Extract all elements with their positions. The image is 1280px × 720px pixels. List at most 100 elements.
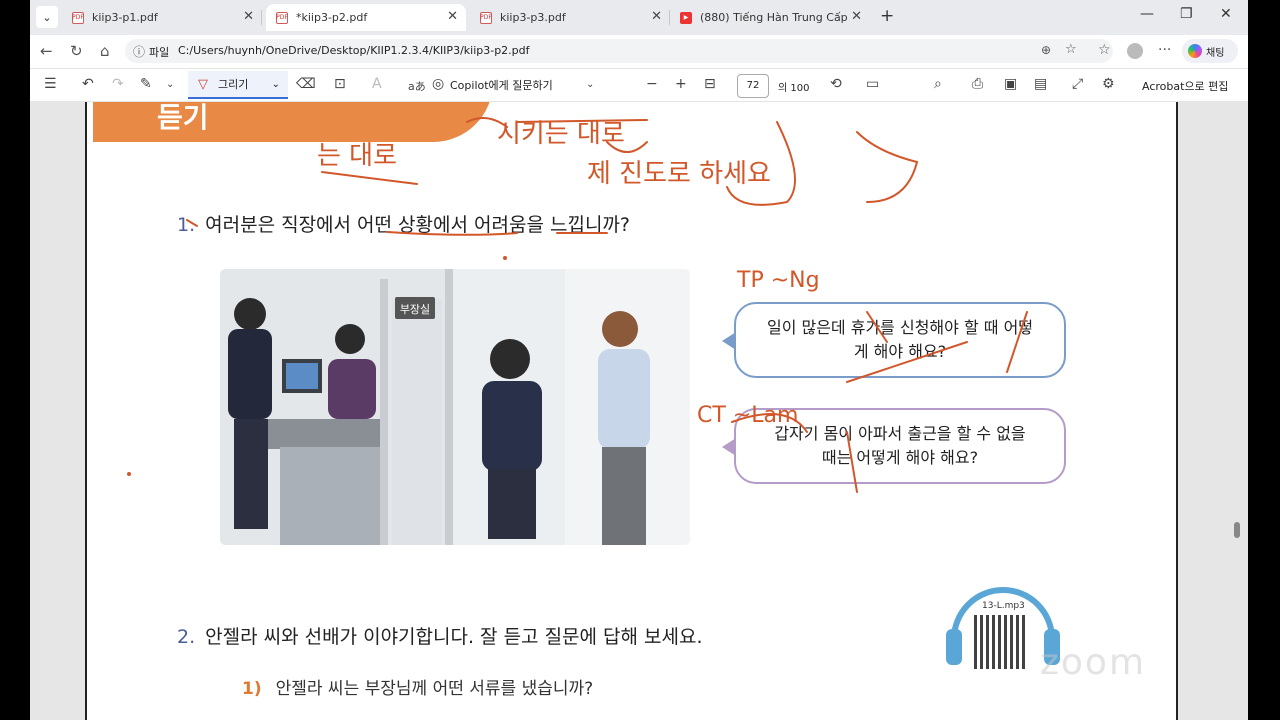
office-scene-image: 부장실 xyxy=(220,269,690,545)
vertical-scrollbar[interactable] xyxy=(1232,102,1242,720)
speech-bubble-1: 일이 많은데 휴가를 신청해야 할 때 어떻게 해야 해요? xyxy=(722,302,1066,378)
url-field[interactable]: ⓘ 파일 C:/Users/huynh/OneDrive/Desktop/KII… xyxy=(125,39,1113,63)
close-window-button[interactable]: ✕ xyxy=(1220,6,1232,22)
page-number-input[interactable]: 72 xyxy=(737,74,769,98)
sub-question-text: 안젤라 씨는 부장님께 어떤 서류를 냈습니까? xyxy=(275,679,594,699)
question-1: 1. 여러분은 직장에서 어떤 상황에서 어려움을 느낍니까? xyxy=(177,210,630,237)
document-viewport[interactable]: 듣기 1. 여러분은 직장에서 어떤 상황에서 어려움을 느낍니까? 부장실 일… xyxy=(30,102,1248,720)
close-icon[interactable]: ✕ xyxy=(851,9,862,24)
handwritten-note: 시키는 대로 xyxy=(497,119,625,149)
page-total: 의 100 xyxy=(778,83,810,94)
question-number: 2. xyxy=(177,626,196,648)
back-icon[interactable]: ← xyxy=(40,42,53,60)
draw-button[interactable]: ▽ 그리기 ⌄ xyxy=(188,71,288,99)
tab-kiip3-p1[interactable]: PDF kiip3-p1.pdf ✕ xyxy=(62,4,262,31)
fullscreen-icon[interactable]: ⤢ xyxy=(1072,76,1083,92)
favorite-star-icon[interactable]: ☆ xyxy=(1065,42,1077,57)
close-icon[interactable]: ✕ xyxy=(651,9,662,24)
favorites-icon[interactable]: ☆ xyxy=(1098,42,1111,58)
tab-youtube[interactable]: ▶ (880) Tiếng Hàn Trung Cấp 1 tối 2/ ✕ xyxy=(670,4,870,31)
read-aloud-icon[interactable]: A xyxy=(372,76,382,92)
copilot-ask-icon: ◎ xyxy=(432,76,445,92)
draw-label: 그리기 xyxy=(218,78,249,91)
copilot-icon xyxy=(1188,44,1202,58)
zoom-out-icon[interactable]: − xyxy=(646,76,658,92)
youtube-icon: ▶ xyxy=(680,11,692,24)
handwritten-note: 제 진도로 하세요 xyxy=(587,159,771,189)
handwritten-note: 는 대로 xyxy=(317,141,397,171)
minimize-button[interactable]: — xyxy=(1140,6,1154,22)
bubble-text: 일이 많은데 휴가를 신청해야 할 때 어떻게 해야 해요? xyxy=(766,318,1034,361)
question-text: 여러분은 직장에서 어떤 상황에서 어려움을 느낍니까? xyxy=(205,214,630,236)
office-illustration: 부장실 xyxy=(220,269,690,545)
audio-file-label: 13-L.mp3 xyxy=(982,601,1025,611)
question-text: 안젤라 씨와 선배가 이야기합니다. 잘 듣고 질문에 답해 보세요. xyxy=(205,626,703,648)
tab-actions-menu[interactable]: ⌄ xyxy=(36,6,58,28)
url-text[interactable]: C:/Users/huynh/OneDrive/Desktop/KIIP1.2.… xyxy=(178,44,530,57)
translate-icon[interactable]: aあ xyxy=(408,78,426,94)
draw-icon: ▽ xyxy=(198,76,208,92)
handwritten-note: TP ~Ng xyxy=(736,268,820,293)
restore-button[interactable]: ❐ xyxy=(1180,6,1193,22)
pdf-icon: PDF xyxy=(276,11,288,24)
rotate-icon[interactable]: ⟲ xyxy=(830,76,842,92)
acrobat-edit-button[interactable]: Acrobat으로 편집 xyxy=(1142,78,1228,94)
sub-question-number: 1) xyxy=(242,679,262,699)
sub-question-1: 1) 안젤라 씨는 부장님께 어떤 서류를 냈습니까? xyxy=(242,674,593,699)
bubble-text: 갑자기 몸이 아파서 출근을 할 수 없을 때는 어떻게 해야 해요? xyxy=(774,424,1026,467)
tab-title: (880) Tiếng Hàn Trung Cấp 1 tối 2/ xyxy=(700,11,860,24)
home-icon[interactable]: ⌂ xyxy=(100,42,110,60)
eraser-icon[interactable]: ⌫ xyxy=(296,76,316,92)
tab-title: kiip3-p3.pdf xyxy=(500,11,566,24)
chevron-down-icon: ⌄ xyxy=(42,10,52,24)
section-header-banner xyxy=(93,102,493,142)
more-icon[interactable]: ··· xyxy=(1158,42,1171,58)
office-sign: 부장실 xyxy=(400,303,430,316)
chat-label: 채팅 xyxy=(1206,47,1225,59)
scroll-thumb[interactable] xyxy=(1234,522,1240,538)
qr-code-icon xyxy=(974,615,1028,669)
gear-icon[interactable]: ⚙ xyxy=(1102,76,1115,92)
tab-kiip3-p3[interactable]: PDF kiip3-p3.pdf ✕ xyxy=(470,4,670,31)
pdf-toolbar: ☰ ↶ ↷ ✎ ⌄ ▽ 그리기 ⌄ ⌫ ⊡ A aあ ◎ Copilot에게 질… xyxy=(30,68,1248,102)
avatar[interactable] xyxy=(1127,43,1143,59)
address-bar: ← ↻ ⌂ ⓘ 파일 C:/Users/huynh/OneDrive/Deskt… xyxy=(30,35,1248,68)
save-as-icon[interactable]: ▤ xyxy=(1034,76,1047,92)
zoom-icon[interactable]: ⊕ xyxy=(1041,43,1051,57)
question-number: 1. xyxy=(177,214,196,236)
zoom-watermark: zoom xyxy=(1040,642,1147,683)
question-2: 2. 안젤라 씨와 선배가 이야기합니다. 잘 듣고 질문에 답해 보세요. xyxy=(177,622,703,649)
close-icon[interactable]: ✕ xyxy=(447,9,458,24)
pdf-icon: PDF xyxy=(480,11,492,24)
contents-icon[interactable]: ☰ xyxy=(44,76,57,92)
print-icon[interactable]: ⎙ xyxy=(972,76,983,92)
search-icon[interactable]: ⌕ xyxy=(934,76,942,92)
text-box-icon[interactable]: ⊡ xyxy=(334,76,346,92)
tab-bar: ⌄ PDF kiip3-p1.pdf ✕ PDF *kiip3-p2.pdf ✕… xyxy=(30,0,1248,35)
highlight-icon[interactable]: ✎ xyxy=(140,76,152,92)
chevron-down-icon[interactable]: ⌄ xyxy=(166,79,174,90)
info-icon[interactable]: ⓘ xyxy=(133,43,145,60)
close-icon[interactable]: ✕ xyxy=(243,9,254,24)
save-icon[interactable]: ▣ xyxy=(1004,76,1017,92)
new-tab-button[interactable]: + xyxy=(880,6,894,26)
page-view-icon[interactable]: ▭ xyxy=(866,76,879,92)
pdf-icon: PDF xyxy=(72,11,84,24)
redo-icon[interactable]: ↷ xyxy=(112,76,124,92)
copilot-ask-button[interactable]: Copilot에게 질문하기 xyxy=(450,77,553,93)
speech-bubble-2: 갑자기 몸이 아파서 출근을 할 수 없을 때는 어떻게 해야 해요? xyxy=(722,408,1066,484)
tab-title: kiip3-p1.pdf xyxy=(92,11,158,24)
chevron-down-icon[interactable]: ⌄ xyxy=(586,79,594,90)
refresh-icon[interactable]: ↻ xyxy=(70,42,83,60)
url-scheme-label: 파일 xyxy=(149,46,170,59)
pdf-page: 듣기 1. 여러분은 직장에서 어떤 상황에서 어려움을 느낍니까? 부장실 일… xyxy=(85,102,1178,720)
zoom-in-icon[interactable]: + xyxy=(675,76,687,92)
undo-icon[interactable]: ↶ xyxy=(82,76,94,92)
tab-kiip3-p2[interactable]: PDF *kiip3-p2.pdf ✕ xyxy=(266,4,466,31)
chevron-down-icon: ⌄ xyxy=(271,78,280,90)
fit-width-icon[interactable]: ⊟ xyxy=(704,76,716,92)
section-header: 듣기 xyxy=(157,102,209,134)
browser-window: ⌄ PDF kiip3-p1.pdf ✕ PDF *kiip3-p2.pdf ✕… xyxy=(30,0,1248,720)
chat-button[interactable]: 채팅 xyxy=(1182,39,1238,63)
tab-title: *kiip3-p2.pdf xyxy=(296,11,368,24)
